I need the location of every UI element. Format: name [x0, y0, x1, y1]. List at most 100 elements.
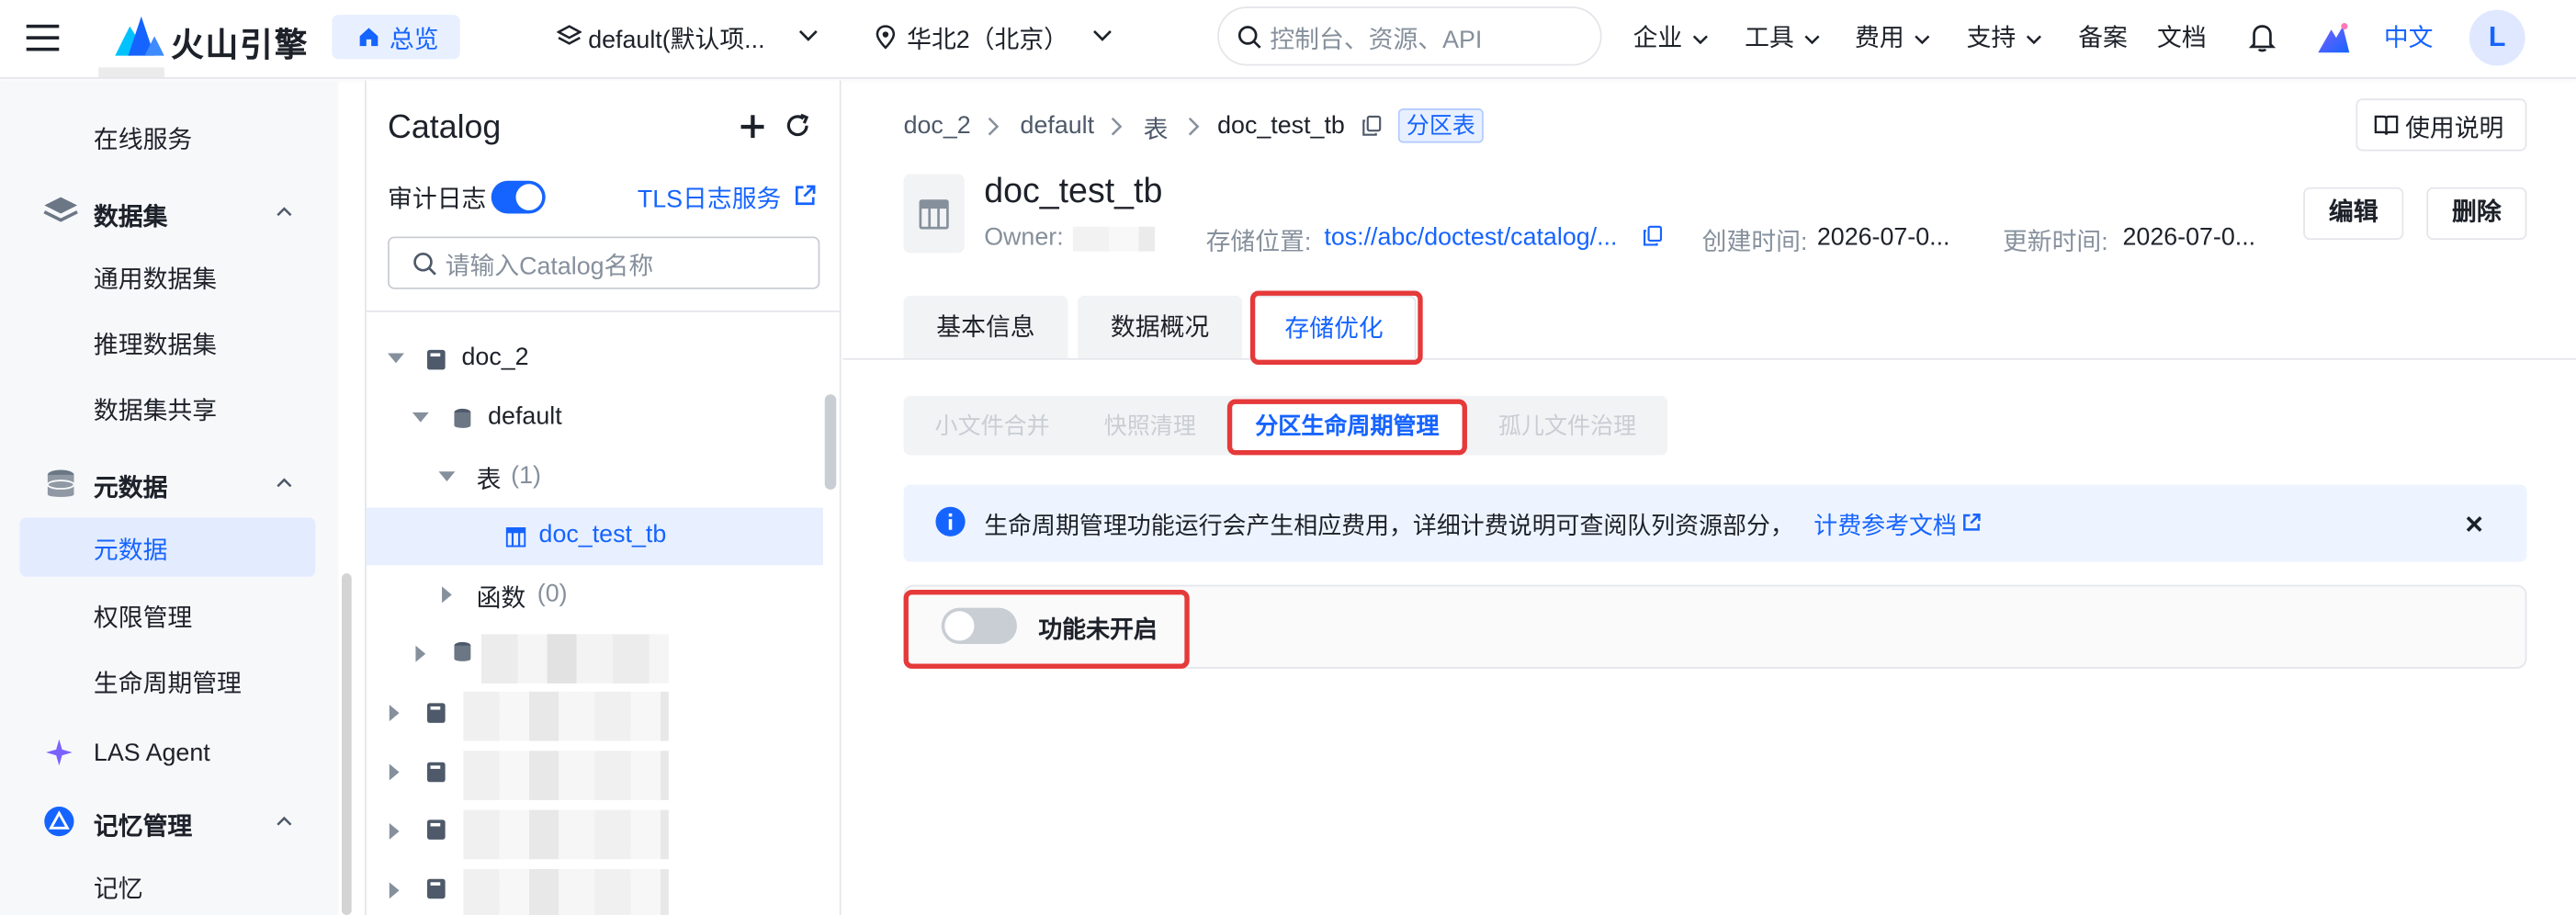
home-button[interactable]: 总览	[332, 15, 460, 60]
ai-assistant-icon[interactable]	[2315, 19, 2351, 55]
updated-value: 2026-07-0...	[2122, 223, 2256, 252]
tabs-divider	[842, 357, 2576, 360]
chevron-up-icon[interactable]	[276, 204, 292, 220]
catalog-divider	[365, 310, 842, 312]
info-banner: 生命周期管理功能运行会产生相应费用，详细计费说明可查阅队列资源部分， 计费参考文…	[903, 484, 2527, 562]
search-icon	[1237, 26, 1261, 49]
delete-button[interactable]: 删除	[2426, 186, 2527, 241]
tree-node-functions[interactable]: 函数	[477, 580, 526, 615]
refresh-icon[interactable]	[785, 113, 810, 138]
redacted-tree-item	[463, 751, 669, 800]
collapsed-caret-icon[interactable]	[389, 882, 400, 899]
storage-label: 存储位置:	[1205, 228, 1312, 256]
search-icon	[413, 252, 436, 276]
highlight-feature-toggle	[903, 589, 1190, 669]
catalog-search-input[interactable]: 请输入Catalog名称	[388, 236, 820, 289]
nav-billing[interactable]: 费用	[1855, 19, 1931, 54]
updated-label: 更新时间:	[2002, 228, 2108, 256]
chevron-right-icon	[988, 117, 1000, 136]
table-title: doc_test_tb	[984, 172, 1163, 210]
top-bar: 火山引擎 总览 default(默认项... 华北2（北京） 控制台、资源、AP…	[0, 0, 2576, 79]
tree-node-tables-count: (1)	[511, 461, 541, 490]
sparkle-icon	[46, 739, 73, 766]
location-pin-icon	[876, 25, 896, 50]
expand-caret-icon[interactable]	[438, 471, 456, 481]
add-icon[interactable]	[740, 115, 764, 139]
tab-basic-info[interactable]: 基本信息	[903, 295, 1068, 358]
storage-location-link[interactable]: tos://abc/doctest/catalog/...	[1324, 223, 1617, 251]
tree-node-doc-2[interactable]: doc_2	[462, 344, 529, 371]
catalog-title: Catalog	[388, 109, 502, 147]
catalog-search-placeholder: 请输入Catalog名称	[445, 253, 654, 281]
sidebar-group-dataset[interactable]: 数据集	[94, 198, 168, 233]
language-switch[interactable]: 中文	[2384, 19, 2434, 54]
tab-data-overview[interactable]: 数据概况	[1078, 295, 1242, 358]
expand-caret-icon[interactable]	[388, 353, 404, 364]
redacted-tree-item	[463, 691, 669, 741]
region-selector[interactable]: 华北2（北京）	[871, 17, 1117, 59]
created-label: 创建时间:	[1701, 228, 1808, 256]
database-icon	[46, 469, 75, 497]
edit-button[interactable]: 编辑	[2303, 186, 2404, 241]
created-value: 2026-07-0...	[1816, 223, 1950, 252]
nav-record[interactable]: 备案	[2078, 19, 2128, 54]
sidebar-item-las-agent[interactable]: LAS Agent	[94, 740, 210, 767]
collapsed-caret-icon[interactable]	[389, 763, 400, 781]
audit-log-toggle[interactable]	[491, 180, 546, 214]
tls-log-link[interactable]: TLS日志服务	[638, 181, 782, 216]
chevron-down-icon	[1915, 35, 1931, 45]
volcano-logo-icon[interactable]	[115, 16, 164, 59]
close-icon[interactable]	[2466, 516, 2482, 533]
external-link-icon[interactable]	[1961, 513, 1981, 532]
project-selector[interactable]: default(默认项...	[552, 17, 823, 59]
copy-icon[interactable]	[1362, 115, 1382, 136]
tree-node-tables[interactable]: 表	[477, 462, 502, 497]
subtab-small-file-merge[interactable]: 小文件合并	[913, 398, 1071, 454]
global-search-input[interactable]: 控制台、资源、API	[1217, 6, 1602, 66]
breadcrumb-default[interactable]: default	[1021, 112, 1095, 140]
sidebar-item-inference-dataset[interactable]: 推理数据集	[94, 327, 217, 362]
catalog-scroll-thumb[interactable]	[824, 394, 837, 490]
catalog-book-icon	[426, 878, 446, 899]
sidebar-item-metadata-active[interactable]: 元数据	[19, 517, 316, 577]
catalog-book-icon	[426, 703, 446, 723]
sidebar-item-dataset-share[interactable]: 数据集共享	[94, 392, 217, 427]
expand-caret-icon[interactable]	[412, 412, 429, 423]
home-icon	[359, 28, 378, 47]
chevron-down-icon	[1693, 35, 1709, 45]
tree-node-default[interactable]: default	[488, 402, 562, 430]
collapsed-caret-icon[interactable]	[389, 705, 400, 722]
sidebar-group-metadata[interactable]: 元数据	[94, 469, 168, 504]
sidebar-item-memory[interactable]: 记忆	[94, 871, 143, 906]
chevron-up-icon[interactable]	[276, 813, 292, 830]
external-link-icon[interactable]	[794, 184, 817, 207]
sidebar-item-permissions[interactable]: 权限管理	[94, 600, 192, 635]
sidebar-group-memory[interactable]: 记忆管理	[94, 808, 192, 843]
sidebar-scroll-thumb[interactable]	[341, 573, 352, 915]
breadcrumb-tables[interactable]: 表	[1144, 112, 1169, 147]
chevron-up-icon[interactable]	[276, 475, 292, 491]
subtab-orphan-file[interactable]: 孤儿文件治理	[1478, 398, 1655, 454]
collapsed-caret-icon[interactable]	[442, 586, 452, 604]
nav-tools[interactable]: 工具	[1745, 19, 1821, 54]
help-button[interactable]: 使用说明	[2356, 98, 2527, 152]
collapsed-caret-icon[interactable]	[389, 822, 400, 840]
collapsed-caret-icon[interactable]	[415, 645, 426, 662]
bell-icon[interactable]	[2249, 23, 2276, 52]
avatar[interactable]: L	[2469, 9, 2525, 66]
subtab-snapshot-cleanup[interactable]: 快照清理	[1084, 398, 1215, 454]
tree-node-doc-test-tb-selected[interactable]: doc_test_tb	[366, 507, 823, 566]
copy-icon[interactable]	[1643, 225, 1663, 246]
nav-support[interactable]: 支持	[1967, 19, 2043, 54]
sidebar-item-general-dataset[interactable]: 通用数据集	[94, 261, 217, 296]
billing-docs-link[interactable]: 计费参考文档	[1813, 508, 1957, 543]
breadcrumb-doc-2[interactable]: doc_2	[904, 112, 971, 140]
nav-enterprise[interactable]: 企业	[1633, 19, 1710, 54]
nav-docs[interactable]: 文档	[2157, 19, 2207, 54]
sidebar-item-lifecycle[interactable]: 生命周期管理	[94, 665, 242, 700]
menu-icon[interactable]	[26, 23, 60, 52]
owner-label: Owner:	[984, 223, 1064, 252]
sidebar-item-online-service[interactable]: 在线服务	[94, 121, 192, 156]
database-icon	[454, 641, 471, 661]
clipped-item	[98, 67, 164, 78]
